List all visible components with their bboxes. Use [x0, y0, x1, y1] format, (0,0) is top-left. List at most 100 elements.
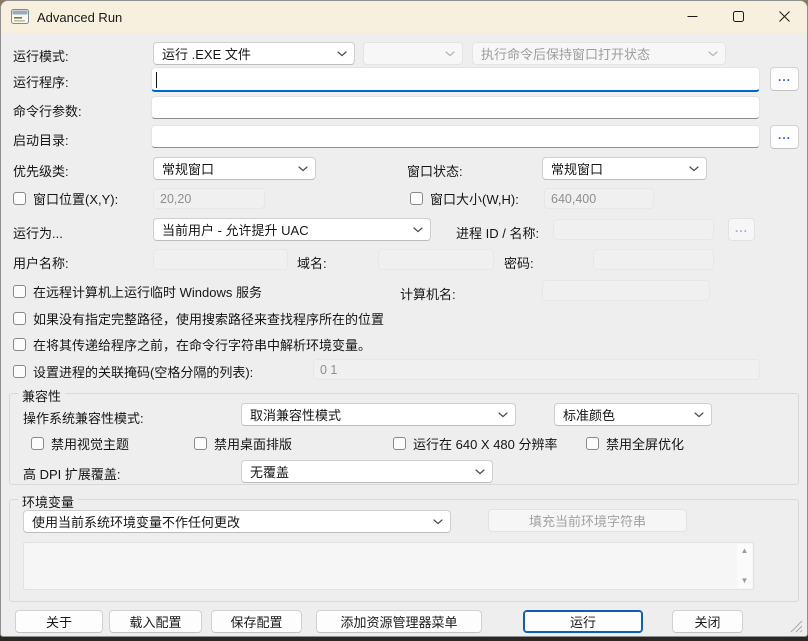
env-mode-select[interactable]: 使用当前系统环境变量不作任何更改 [23, 510, 451, 533]
run-mode-secondary-select [363, 42, 463, 65]
save-config-label: 保存配置 [230, 612, 282, 631]
browse-process-button: ... [728, 218, 755, 241]
add-explorer-menu-label: 添加资源管理器菜单 [340, 612, 457, 631]
chevron-down-icon [708, 51, 718, 57]
checkbox-icon [586, 437, 599, 450]
start-dir-input[interactable] [151, 125, 760, 148]
window-state-select[interactable]: 常规窗口 [542, 157, 707, 180]
window-size-checkbox[interactable]: 窗口大小(W,H): [410, 189, 519, 208]
dpi-override-value: 无覆盖 [250, 462, 289, 481]
run-640x480-checkbox[interactable]: 运行在 640 X 480 分辨率 [393, 434, 558, 453]
window-size-value: 640,400 [551, 192, 596, 206]
scroll-down-icon[interactable]: ▼ [741, 577, 749, 585]
chevron-down-icon [689, 166, 699, 172]
process-id-input [553, 219, 714, 240]
run-mode-label: 运行模式: [13, 46, 69, 65]
compatibility-group-label: 兼容性 [18, 386, 65, 405]
password-input [593, 249, 714, 270]
browse-program-button[interactable]: ... [770, 67, 799, 91]
checkbox-icon [13, 312, 26, 325]
chevron-down-icon [694, 412, 704, 418]
user-name-input [153, 249, 288, 270]
chevron-down-icon [475, 469, 485, 475]
text-caret [156, 72, 157, 88]
checkbox-icon [13, 338, 26, 351]
cmdline-input[interactable] [151, 96, 760, 119]
browse-start-dir-dots: ... [778, 132, 791, 142]
disable-visual-themes-checkbox[interactable]: 禁用视觉主题 [31, 434, 129, 453]
maximize-button[interactable] [715, 1, 761, 32]
computer-name-label: 计算机名: [400, 284, 456, 303]
browse-process-dots: ... [735, 225, 748, 235]
window-pos-checkbox[interactable]: 窗口位置(X,Y): [13, 189, 118, 208]
dpi-override-label: 高 DPI 扩展覆盖: [23, 464, 121, 483]
keep-window-open-value: 执行命令后保持窗口打开状态 [481, 44, 650, 63]
keep-window-open-select: 执行命令后保持窗口打开状态 [472, 42, 726, 65]
search-path-label: 如果没有指定完整路径，使用搜索路径来查找程序所在的位置 [33, 309, 384, 328]
scroll-up-icon[interactable]: ▲ [741, 547, 749, 555]
priority-select[interactable]: 常规窗口 [153, 157, 316, 180]
run-as-label: 运行为... [13, 223, 63, 242]
advanced-run-window: Advanced Run 运行模式: 运行 .EXE 文件 执行命令后保持窗口打… [0, 0, 808, 637]
env-vars-scrollbar[interactable]: ▲ ▼ [737, 544, 752, 588]
close-button[interactable] [761, 1, 807, 32]
env-vars-textarea[interactable]: ▲ ▼ [23, 542, 754, 590]
disable-visual-themes-label: 禁用视觉主题 [51, 434, 129, 453]
window-title: Advanced Run [37, 10, 122, 25]
window-pos-label: 窗口位置(X,Y): [33, 189, 118, 208]
cmdline-label: 命令行参数: [13, 101, 82, 120]
program-input[interactable] [151, 67, 760, 92]
minimize-button[interactable] [669, 1, 715, 32]
env-vars-group-label: 环境变量 [18, 492, 78, 511]
window-pos-input: 20,20 [153, 188, 265, 209]
start-dir-label: 启动目录: [13, 130, 69, 149]
save-config-button[interactable]: 保存配置 [211, 610, 302, 633]
close-dialog-button[interactable]: 关闭 [672, 610, 743, 633]
color-mode-select[interactable]: 标准颜色 [554, 403, 712, 426]
add-explorer-menu-button[interactable]: 添加资源管理器菜单 [316, 610, 482, 633]
run-label: 运行 [570, 612, 596, 631]
affinity-checkbox[interactable]: 设置进程的关联掩码(空格分隔的列表): [13, 362, 253, 381]
priority-value: 常规窗口 [162, 159, 214, 178]
process-id-label: 进程 ID / 名称: [456, 223, 539, 242]
disable-fullscreen-optimizations-checkbox[interactable]: 禁用全屏优化 [586, 434, 684, 453]
checkbox-icon [194, 437, 207, 450]
disable-desktop-composition-checkbox[interactable]: 禁用桌面排版 [194, 434, 292, 453]
domain-label: 域名: [297, 253, 327, 272]
chevron-down-icon [498, 412, 508, 418]
remote-service-checkbox[interactable]: 在远程计算机上运行临时 Windows 服务 [13, 282, 262, 301]
run-as-select[interactable]: 当前用户 - 允许提升 UAC [153, 218, 431, 241]
close-dialog-label: 关闭 [694, 612, 720, 631]
minimize-icon [687, 11, 698, 22]
search-path-checkbox[interactable]: 如果没有指定完整路径，使用搜索路径来查找程序所在的位置 [13, 309, 384, 328]
about-button[interactable]: 关于 [15, 610, 103, 633]
run-button[interactable]: 运行 [523, 610, 643, 633]
checkbox-icon [13, 365, 26, 378]
disable-desktop-composition-label: 禁用桌面排版 [214, 434, 292, 453]
window-size-input: 640,400 [544, 188, 654, 209]
load-config-button[interactable]: 载入配置 [109, 610, 202, 633]
checkbox-icon [13, 192, 26, 205]
browse-program-dots: ... [778, 74, 791, 84]
color-mode-value: 标准颜色 [563, 405, 615, 424]
env-mode-value: 使用当前系统环境变量不作任何更改 [32, 512, 240, 531]
chevron-down-icon [445, 51, 455, 57]
run-mode-select[interactable]: 运行 .EXE 文件 [153, 42, 355, 65]
program-label: 运行程序: [13, 72, 69, 91]
resize-grip-icon[interactable] [790, 620, 803, 633]
window-size-label: 窗口大小(W,H): [430, 189, 519, 208]
remote-service-label: 在远程计算机上运行临时 Windows 服务 [33, 282, 262, 301]
dpi-override-select[interactable]: 无覆盖 [241, 460, 493, 483]
load-config-label: 载入配置 [129, 612, 181, 631]
os-compat-mode-select[interactable]: 取消兼容性模式 [241, 403, 516, 426]
affinity-input: 0 1 [313, 359, 760, 380]
fill-env-strings-button: 填充当前环境字符串 [488, 509, 687, 532]
about-label: 关于 [46, 612, 72, 631]
chevron-down-icon [433, 519, 443, 525]
parse-env-checkbox[interactable]: 在将其传递给程序之前，在命令行字符串中解析环境变量。 [13, 335, 371, 354]
computer-name-input [542, 280, 710, 301]
checkbox-icon [31, 437, 44, 450]
browse-start-dir-button[interactable]: ... [770, 125, 799, 149]
window-state-value: 常规窗口 [551, 159, 603, 178]
close-icon [779, 11, 790, 22]
